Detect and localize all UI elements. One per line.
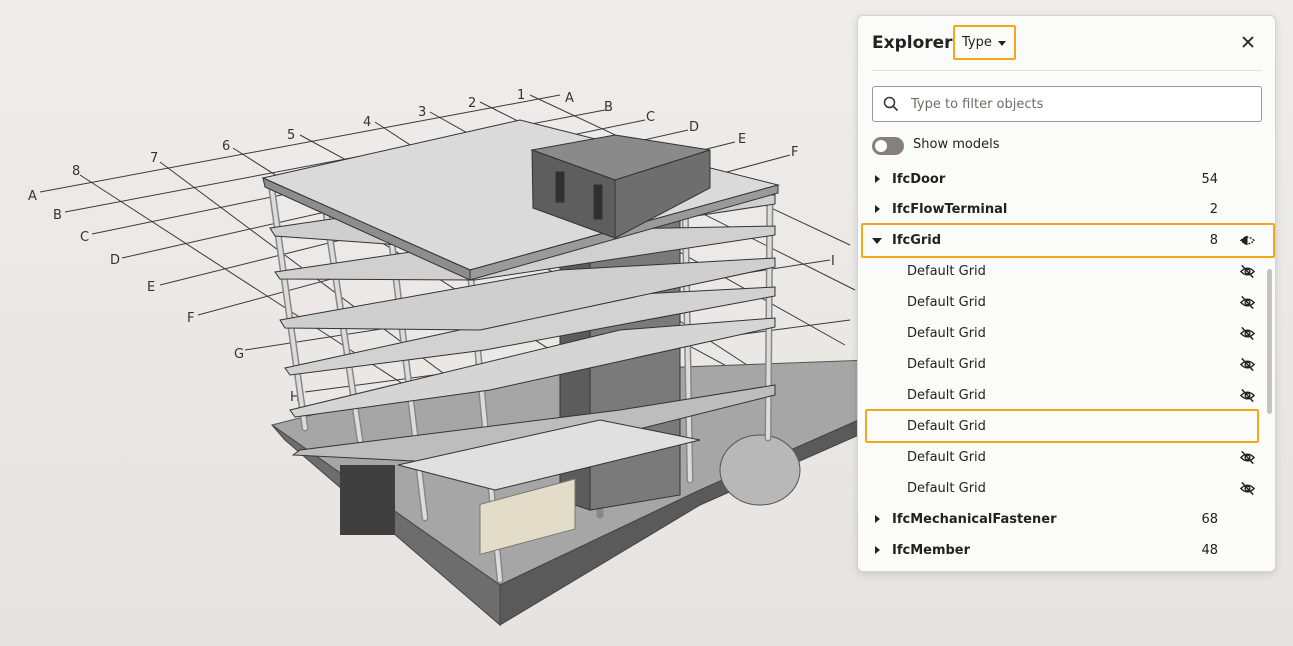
eye-hidden-icon[interactable] bbox=[1239, 294, 1256, 311]
tree-item-label: IfcDoor bbox=[892, 172, 946, 187]
caret-right-icon[interactable] bbox=[875, 205, 880, 213]
tree-item-label: Default Grid bbox=[907, 481, 986, 496]
search-icon bbox=[883, 96, 899, 112]
show-models-toggle[interactable] bbox=[872, 137, 904, 155]
filter-search-box[interactable] bbox=[872, 86, 1262, 122]
grid-label-a: A bbox=[28, 189, 37, 204]
grid-label-5: 5 bbox=[287, 128, 295, 143]
tree-item-default-grid[interactable]: Default Grid bbox=[858, 349, 1268, 380]
roof bbox=[261, 119, 780, 281]
filter-search-input[interactable] bbox=[911, 87, 1251, 121]
eye-hidden-icon[interactable] bbox=[1239, 387, 1256, 404]
show-models-label: Show models bbox=[913, 137, 1000, 152]
grid-label-6: 6 bbox=[222, 139, 230, 154]
grid-label-b: B bbox=[53, 208, 62, 223]
tree-item-default-grid[interactable]: Default Grid bbox=[858, 380, 1268, 411]
chevron-down-icon bbox=[998, 41, 1006, 46]
eye-hidden-icon[interactable] bbox=[1239, 263, 1256, 280]
grid-label-8: 8 bbox=[72, 164, 80, 179]
grid-label-7: 7 bbox=[150, 151, 158, 166]
grid-label-3: 3 bbox=[418, 105, 426, 120]
grid-label-a-top: A bbox=[565, 91, 574, 106]
grid-label-f: F bbox=[187, 311, 194, 326]
close-icon[interactable] bbox=[1240, 34, 1256, 50]
grid-label-f-top: F bbox=[791, 145, 798, 160]
grid-label-e-top: E bbox=[738, 132, 746, 147]
explorer-panel: Explorer Type Show models IfcDoor 54 Ifc… bbox=[857, 15, 1276, 572]
tree-item-ifcdoor[interactable]: IfcDoor 54 bbox=[858, 164, 1268, 195]
tree-item-count: 48 bbox=[1201, 543, 1218, 558]
tree-item-ifcflowterminal[interactable]: IfcFlowTerminal 2 bbox=[858, 194, 1268, 225]
eye-hidden-icon[interactable] bbox=[1239, 356, 1256, 373]
grid-label-g: G bbox=[234, 347, 244, 362]
eye-hidden-icon[interactable] bbox=[1239, 449, 1256, 466]
tree-item-default-grid[interactable]: Default Grid bbox=[858, 442, 1268, 473]
grid-label-e: E bbox=[147, 280, 155, 295]
tree-item-ifcmember[interactable]: IfcMember 48 bbox=[858, 535, 1268, 566]
tree-item-label: IfcFlowTerminal bbox=[892, 202, 1008, 217]
tree-item-default-grid[interactable]: Default Grid bbox=[858, 256, 1268, 287]
tree-scrollbar[interactable] bbox=[1266, 174, 1273, 568]
tree-item-label: Default Grid bbox=[907, 326, 986, 341]
tree-item-label: Default Grid bbox=[907, 295, 986, 310]
grid-label-2: 2 bbox=[468, 96, 476, 111]
tree-item-label: Default Grid bbox=[907, 264, 986, 279]
tree-item-default-grid[interactable]: Default Grid bbox=[858, 287, 1268, 318]
tree-item-count: 68 bbox=[1201, 512, 1218, 527]
visible-grid-highlight bbox=[865, 409, 1259, 443]
type-dropdown-value: Type bbox=[962, 35, 992, 50]
grid-label-i-right: I bbox=[831, 254, 835, 269]
tree-item-label: Default Grid bbox=[907, 450, 986, 465]
ifcgrid-highlight bbox=[861, 223, 1275, 258]
caret-right-icon[interactable] bbox=[875, 175, 880, 183]
tree-item-label: IfcMechanicalFastener bbox=[892, 512, 1057, 527]
tree-item-count: 2 bbox=[1209, 202, 1218, 217]
grid-label-4: 4 bbox=[363, 115, 371, 130]
grid-label-c: C bbox=[80, 230, 89, 245]
grid-label-c-top: C bbox=[646, 110, 655, 125]
caret-right-icon[interactable] bbox=[875, 546, 880, 554]
eye-hidden-icon[interactable] bbox=[1239, 480, 1256, 497]
explorer-header: Explorer Type bbox=[858, 16, 1275, 71]
grid-label-d-top: D bbox=[689, 120, 699, 135]
object-tree: IfcDoor 54 IfcFlowTerminal 2 IfcGrid 8 D… bbox=[858, 164, 1277, 568]
tree-item-default-grid[interactable]: Default Grid bbox=[858, 473, 1268, 504]
grid-label-d: D bbox=[110, 253, 120, 268]
grid-label-b-top: B bbox=[604, 100, 613, 115]
explorer-title: Explorer bbox=[872, 33, 953, 53]
tree-item-ifcmechanicalfastener[interactable]: IfcMechanicalFastener 68 bbox=[858, 504, 1268, 535]
caret-right-icon[interactable] bbox=[875, 515, 880, 523]
grid-label-1: 1 bbox=[517, 88, 525, 103]
tree-item-label: Default Grid bbox=[907, 357, 986, 372]
tree-item-default-grid[interactable]: Default Grid bbox=[858, 318, 1268, 349]
tree-item-label: Default Grid bbox=[907, 388, 986, 403]
type-dropdown[interactable]: Type bbox=[953, 25, 1016, 60]
tree-item-count: 54 bbox=[1201, 172, 1218, 187]
tree-item-label: IfcMember bbox=[892, 543, 971, 558]
header-divider bbox=[872, 70, 1262, 71]
scrollbar-thumb[interactable] bbox=[1267, 269, 1272, 414]
toggle-knob bbox=[875, 140, 887, 152]
eye-hidden-icon[interactable] bbox=[1239, 325, 1256, 342]
